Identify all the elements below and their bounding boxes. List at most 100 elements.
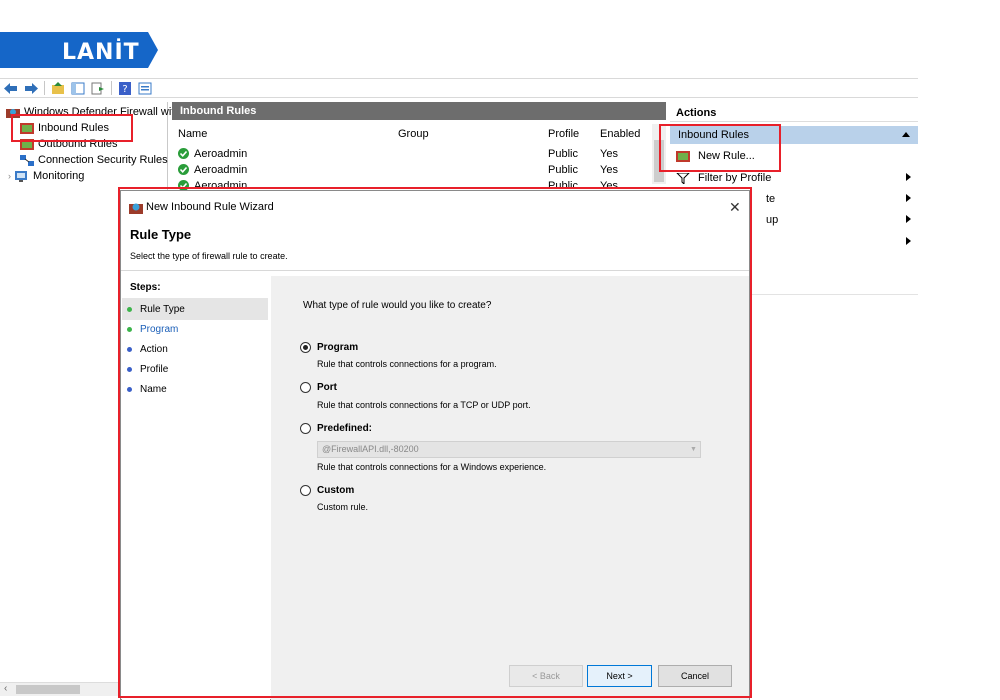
action-label: Filter by Profile (698, 172, 772, 184)
step-pending-dot-icon (127, 347, 132, 352)
step-pending-dot-icon (127, 387, 132, 392)
up-folder-icon[interactable] (51, 81, 65, 95)
filter-icon (676, 172, 690, 184)
step-label: Profile (140, 364, 169, 375)
logo-text: LANİT (62, 40, 140, 65)
submenu-arrow-icon (906, 237, 911, 245)
option-predefined-desc: Rule that controls connections for a Win… (317, 462, 547, 472)
step-label: Rule Type (140, 304, 185, 315)
step-name: Name (127, 384, 167, 395)
back-arrow-icon[interactable] (4, 82, 18, 95)
tree-item-connection-security-rules[interactable]: Connection Security Rules (20, 154, 168, 166)
scrollbar-thumb[interactable] (16, 685, 80, 694)
radio-port[interactable] (300, 382, 311, 393)
action-label: up (766, 214, 779, 226)
rule-name: Aeroadmin (194, 164, 248, 176)
rule-profile: Public (548, 164, 578, 176)
back-button[interactable]: < Back (509, 665, 583, 687)
radio-program[interactable] (300, 342, 311, 353)
submenu-arrow-icon (906, 173, 911, 181)
list-scrollbar-thumb[interactable] (654, 140, 664, 182)
column-header-enabled[interactable]: Enabled (600, 128, 640, 140)
dialog-separator (121, 270, 749, 271)
tree-item-outbound-rules[interactable]: Outbound Rules (20, 138, 118, 150)
cancel-button[interactable]: Cancel (658, 665, 732, 687)
radio-predefined[interactable] (300, 423, 311, 434)
steps-label: Steps: (130, 282, 161, 293)
tree-item-label: Inbound Rules (38, 122, 109, 134)
export-list-icon[interactable] (91, 82, 105, 95)
action-filter-by-profile[interactable]: Filter by Profile (676, 172, 771, 184)
step-program: Program (127, 324, 178, 335)
dialog-description: Select the type of firewall rule to crea… (130, 251, 288, 261)
enabled-check-icon (178, 148, 189, 159)
monitoring-icon (15, 170, 27, 182)
expand-chevron-icon[interactable]: › (8, 171, 11, 181)
option-custom-desc: Custom rule. (317, 502, 369, 512)
action-label: te (766, 193, 776, 205)
tree-item-monitoring[interactable]: › Monitoring (8, 170, 84, 182)
next-button[interactable]: Next > (587, 665, 652, 687)
wizard-firewall-icon (129, 203, 143, 214)
chevron-down-icon[interactable]: ▼ (690, 446, 697, 453)
close-icon[interactable]: ✕ (729, 199, 741, 216)
predefined-select[interactable]: @FirewallAPI.dll,-80200 (317, 441, 701, 458)
dialog-title: New Inbound Rule Wizard (146, 201, 274, 213)
actions-title: Actions (670, 104, 918, 122)
step-label: Action (140, 344, 168, 355)
list-column-headers: Name Group Profile Enabled (172, 126, 666, 144)
option-predefined-label[interactable]: Predefined: (317, 423, 372, 434)
connection-security-icon (20, 154, 34, 166)
column-header-profile[interactable]: Profile (548, 128, 579, 140)
rule-profile: Public (548, 148, 578, 160)
step-action: Action (127, 344, 168, 355)
tree-item-label: Outbound Rules (38, 138, 118, 150)
svg-text:?: ? (122, 84, 127, 95)
rule-type-question: What type of rule would you like to crea… (303, 300, 492, 311)
submenu-arrow-icon (906, 194, 911, 202)
option-program-label[interactable]: Program (317, 342, 358, 353)
action-new-rule[interactable]: New Rule... (676, 150, 755, 162)
list-pane-title: Inbound Rules (172, 102, 666, 120)
toolbar-separator (111, 81, 112, 95)
column-header-group[interactable]: Group (398, 128, 429, 140)
step-label: Program (140, 324, 179, 335)
option-port-label[interactable]: Port (317, 382, 337, 393)
inbound-rules-icon (20, 122, 34, 134)
help-icon[interactable]: ? (118, 81, 132, 95)
show-hide-tree-icon[interactable] (71, 82, 85, 95)
actions-section-inbound-rules[interactable]: Inbound Rules (670, 126, 918, 144)
rule-enabled: Yes (600, 164, 618, 176)
table-row[interactable]: Aeroadmin Public Yes (172, 163, 652, 179)
radio-custom[interactable] (300, 485, 311, 496)
enabled-check-icon (178, 164, 189, 175)
step-pending-dot-icon (127, 367, 132, 372)
dialog-heading: Rule Type (130, 227, 192, 242)
tree-root-label: Windows Defender Firewall with (24, 106, 181, 118)
rule-name: Aeroadmin (194, 148, 248, 160)
scroll-left-icon[interactable]: ‹ (4, 683, 7, 694)
column-header-name[interactable]: Name (178, 128, 207, 140)
horizontal-scrollbar[interactable]: ‹ (0, 682, 118, 696)
forward-arrow-icon[interactable] (24, 82, 38, 95)
tree-item-label: Monitoring (33, 170, 85, 182)
tree-item-inbound-rules[interactable]: Inbound Rules (20, 122, 109, 134)
submenu-arrow-icon (906, 215, 911, 223)
actions-section-label: Inbound Rules (678, 129, 749, 141)
properties-icon[interactable] (138, 82, 152, 95)
step-label: Name (140, 384, 167, 395)
steps-panel (122, 276, 270, 700)
rule-enabled: Yes (600, 148, 618, 160)
option-port-desc: Rule that controls connections for a TCP… (317, 400, 531, 410)
new-rule-icon (676, 150, 690, 162)
step-done-dot-icon (127, 327, 132, 332)
collapse-up-icon[interactable] (902, 132, 910, 137)
option-custom-label[interactable]: Custom (317, 485, 354, 496)
firewall-icon (6, 108, 20, 118)
table-row[interactable]: Aeroadmin Public Yes (172, 147, 652, 163)
step-rule-type: Rule Type (127, 304, 185, 315)
toolbar: ? (0, 78, 918, 98)
toolbar-separator (44, 81, 45, 95)
tree-root[interactable]: Windows Defender Firewall with (6, 106, 181, 118)
step-done-dot-icon (127, 307, 132, 312)
